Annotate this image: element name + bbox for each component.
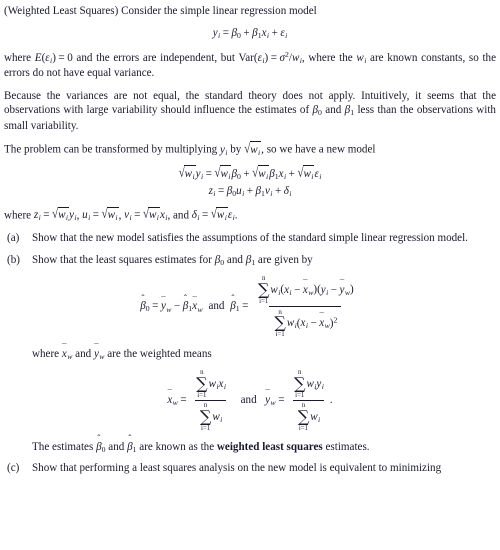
xbar-w-symbol: x ¯ w	[61, 341, 73, 361]
xbar-fraction: n ∑ i=1 wixi n ∑ i=1 wi	[194, 369, 227, 432]
transform-text-1: The problem can be transformed by multip…	[4, 143, 220, 156]
item-c-text: Show that performing a least squares ana…	[32, 461, 442, 474]
equation-model: yi = β0 + β1xi + εi	[4, 26, 496, 42]
item-b-beta0: β0	[214, 253, 225, 267]
def-sep-3: , and	[167, 209, 192, 222]
equation-model-line: yi = β0 + β1xi + εi	[212, 27, 288, 41]
def-v: vi = √wixi	[124, 206, 168, 223]
def-period: .	[234, 209, 238, 222]
est-text-2: are known as the	[136, 441, 217, 454]
beta0-symbol: β0	[312, 104, 322, 118]
wm-where-label: where	[32, 347, 62, 360]
ls-estimates-line: β ˆ 0 = y ¯ w − β ˆ 1x ¯ w and β ˆ 1 = n ∑ i=1 wi(xi − x ¯ w)(y…	[4, 275, 496, 338]
def-u: ui = √wi	[82, 206, 119, 223]
expectation-expr: E(εi) = 0	[34, 51, 73, 65]
definitions-where-label: where	[4, 209, 34, 222]
weighted-means-line: x ¯ w = n ∑ i=1 wixi n ∑ i=1 wi and y ¯ w = n ∑ i=1 wiyi n ∑…	[167, 369, 333, 432]
item-b: (b) Show that the least squares estimate…	[4, 253, 496, 269]
def-delta: δi = √wiεi	[191, 206, 235, 223]
wm-and-word: and	[72, 347, 94, 360]
weighted-least-squares-term: weighted least squares	[216, 441, 323, 454]
sqrt-wi-inline: √wi	[244, 141, 262, 157]
where-label: where	[4, 51, 35, 64]
est-text-3: estimates.	[322, 441, 370, 454]
beta1-hat-symbol: βˆ1	[127, 434, 137, 455]
wm-period: .	[329, 394, 333, 407]
def-z: zi = √wiyi	[33, 206, 77, 223]
item-a: (a) Show that the new model satisfies th…	[4, 231, 496, 246]
item-a-marker: (a)	[7, 232, 20, 245]
intro-text: Consider the simple linear regression mo…	[118, 5, 317, 17]
intro-prefix: (Weighted Least Squares)	[4, 5, 119, 17]
where-the-text: , where the	[301, 51, 357, 64]
transformed-line-1: √wiyi = √wiβ0 + √wiβ1xi + √wiεi	[178, 165, 322, 181]
paragraph-definitions: where zi = √wiyi, ui = √wi, vi = √wixi, and δi…	[4, 206, 496, 224]
transform-text-2: , so we have a new model	[261, 143, 376, 156]
variance-expr: Var(εi) = σ2/wi	[238, 49, 302, 65]
equation-ls-estimates: β ˆ 0 = y ¯ w − β ˆ 1x ¯ w and β ˆ 1 = n ∑ i=1 wi(xi − x ¯ w)(y…	[4, 275, 496, 338]
paragraph-estimates-name: The estimates βˆ0 and βˆ1 are known as t…	[32, 434, 496, 456]
weights-symbol: wi	[356, 51, 367, 65]
ybar-fraction: n ∑ i=1 wiyi n ∑ i=1 wi	[292, 369, 325, 432]
item-b-text-mid: and	[224, 253, 246, 266]
exercise-items-continued: (c) Show that performing a least squares…	[4, 461, 496, 476]
intro-paragraph: (Weighted Least Squares) Consider the si…	[4, 4, 496, 19]
beta1-fraction: n ∑ i=1 wi(xi − x ¯ w)(yi − y ¯ w) n ∑ i=1 wi(xi − x ¯ w)2	[257, 275, 354, 339]
item-b-marker: (b)	[7, 253, 20, 266]
paragraph-motivation: Because the variances are not equal, the…	[4, 89, 496, 134]
and-word-1: and	[321, 104, 345, 117]
beta1-symbol: β1	[344, 104, 355, 118]
est-text-1: The estimates	[32, 441, 97, 454]
paragraph-error-assumptions: where E(εi) = 0 and the errors are indepen…	[4, 50, 496, 81]
item-b-text-after: are given by	[255, 253, 313, 266]
ls-and-word: and	[208, 300, 225, 313]
item-b-beta1: β1	[245, 253, 256, 267]
paragraph-weighted-means-intro: where x ¯ w and y ¯ w are the weighted means	[32, 341, 496, 363]
equation-weighted-means: x ¯ w = n ∑ i=1 wixi n ∑ i=1 wi and y ¯ w = n ∑ i=1 wiyi n ∑…	[4, 369, 496, 432]
equation-transformed-model: √wiyi = √wiβ0 + √wiβ1xi + √wiεi zi = β0ui + β1vi + δ…	[4, 165, 496, 200]
item-b-text-before: Show that the least squares estimates fo…	[32, 253, 215, 266]
document-page: (Weighted Least Squares) Consider the si…	[0, 0, 500, 475]
transformed-line-2: zi = β0ui + β1vi + δi	[208, 185, 292, 199]
ybar-w-symbol: y ¯ w	[93, 341, 105, 361]
transform-text-by: by	[227, 143, 245, 156]
exercise-items: (a) Show that the new model satisfies th…	[4, 231, 496, 268]
item-a-text: Show that the new model satisfies the as…	[32, 232, 468, 245]
wm-text: are the weighted means	[104, 347, 212, 360]
independence-text: and the errors are independent, but	[72, 51, 239, 64]
item-c: (c) Show that performing a least squares…	[4, 461, 496, 476]
wm-and-word-eq: and	[240, 394, 257, 407]
paragraph-transformation: The problem can be transformed by multip…	[4, 141, 496, 158]
beta0-hat-symbol: βˆ0	[96, 434, 106, 455]
est-and-word: and	[105, 441, 128, 454]
item-c-marker: (c)	[7, 461, 20, 474]
